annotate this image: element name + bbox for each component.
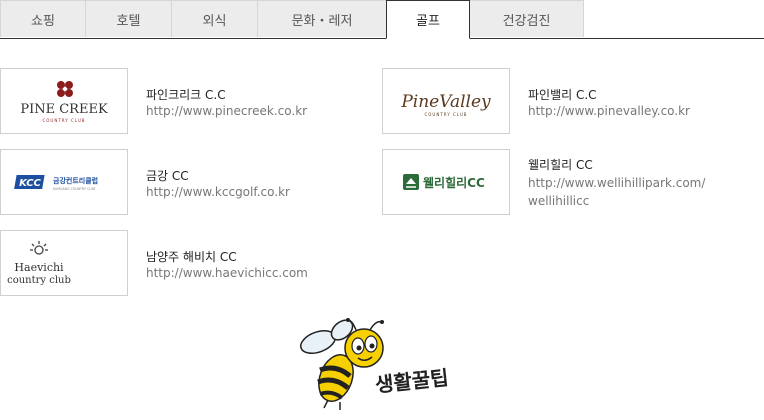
club-link[interactable]: http://www.wellihillipark.com/ bbox=[528, 176, 705, 190]
logo-text: Haevichi bbox=[14, 261, 64, 274]
club-link[interactable]: http://www.pinecreek.co.kr bbox=[146, 104, 307, 118]
tab-shopping[interactable]: 쇼핑 bbox=[0, 0, 86, 37]
club-link[interactable]: http://www.kccgolf.co.kr bbox=[146, 185, 290, 199]
club-name: 파인크리크 C.C bbox=[146, 88, 226, 102]
logo-subtext: country club bbox=[7, 275, 71, 286]
club-url[interactable]: http://www.wellihillipark.com/ wellihill… bbox=[528, 174, 705, 210]
pine-creek-emblem-icon bbox=[57, 81, 73, 97]
pine-creek-logo[interactable]: PINE CREEK COUNTRY CLUB bbox=[0, 68, 128, 134]
haevichi-logo[interactable]: Haevichi country club bbox=[0, 230, 128, 296]
tab-label: 외식 bbox=[202, 13, 227, 29]
logo-text: KCC bbox=[19, 178, 41, 189]
club-link-cont[interactable]: wellihillicc bbox=[528, 194, 589, 208]
bee-mascot: 생활꿀팁 bbox=[298, 318, 468, 417]
pine-valley-logo[interactable]: PineValley COUNTRY CLUB bbox=[382, 68, 510, 134]
logo-text: PINE CREEK bbox=[20, 102, 108, 117]
mascot-caption: 생활꿀팁 bbox=[374, 365, 450, 397]
tab-dining[interactable]: 외식 bbox=[171, 0, 258, 37]
tab-label: 건강검진 bbox=[502, 13, 551, 29]
tab-label: 호텔 bbox=[116, 13, 141, 29]
club-name: 남양주 해비치 CC bbox=[146, 250, 237, 264]
tab-culture-leisure[interactable]: 문화・레저 bbox=[257, 0, 387, 37]
welli-hilli-emblem-icon bbox=[403, 174, 419, 190]
club-name: 웰리힐리 CC bbox=[528, 158, 593, 172]
logo-text: 웰리힐리CC bbox=[423, 175, 485, 190]
tab-hotel[interactable]: 호텔 bbox=[85, 0, 172, 37]
club-url[interactable]: http://www.pinecreek.co.kr bbox=[146, 102, 307, 120]
club-url[interactable]: http://www.haevichicc.com bbox=[146, 264, 308, 282]
bee-icon bbox=[299, 318, 384, 410]
logo-subtext-en: KUMGANG COUNTRY CLUB bbox=[53, 187, 95, 191]
club-name: 금강 CC bbox=[146, 169, 189, 183]
tab-label: 쇼핑 bbox=[31, 13, 55, 29]
tab-label: 문화・레저 bbox=[291, 13, 353, 29]
club-link[interactable]: http://www.haevichicc.com bbox=[146, 266, 308, 280]
club-link[interactable]: http://www.pinevalley.co.kr bbox=[528, 104, 690, 118]
logo-subtext: COUNTRY CLUB bbox=[424, 112, 467, 117]
tab-label: 골프 bbox=[416, 14, 440, 29]
tab-golf[interactable]: 골프 bbox=[386, 0, 470, 39]
logo-text: PineValley bbox=[400, 92, 491, 112]
club-url[interactable]: http://www.pinevalley.co.kr bbox=[528, 102, 690, 120]
haevichi-sun-icon bbox=[30, 241, 48, 255]
logo-subtext: COUNTRY CLUB bbox=[42, 118, 85, 123]
welli-hilli-logo[interactable]: 웰리힐리CC bbox=[382, 149, 510, 215]
club-url[interactable]: http://www.kccgolf.co.kr bbox=[146, 183, 290, 201]
club-name: 파인밸리 C.C bbox=[528, 88, 597, 102]
kcc-logo[interactable]: KCC 금강컨트리클럽 KUMGANG COUNTRY CLUB bbox=[0, 149, 128, 215]
logo-subtext: 금강컨트리클럽 bbox=[53, 176, 98, 185]
category-tabs: 쇼핑 호텔 외식 문화・레저 골프 건강검진 bbox=[0, 0, 764, 39]
tab-health-checkup[interactable]: 건강검진 bbox=[469, 0, 584, 37]
